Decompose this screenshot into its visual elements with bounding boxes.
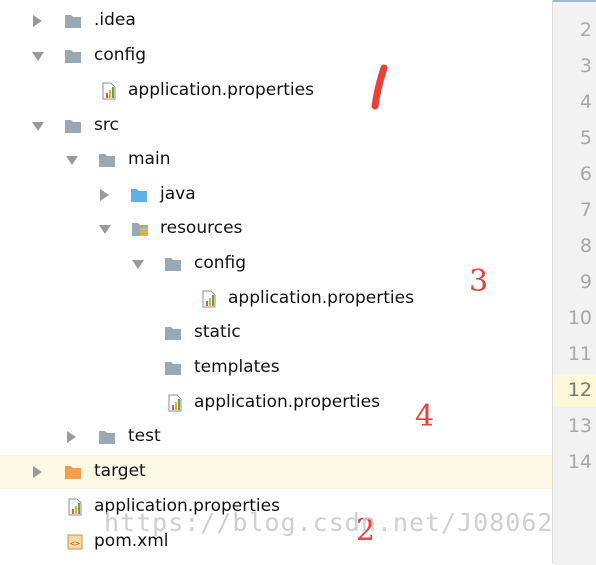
folder-icon	[65, 50, 81, 63]
tree-row-java[interactable]: java	[0, 178, 552, 212]
tree-row-templates[interactable]: templates	[0, 351, 552, 385]
tree-row-target[interactable]: target	[0, 455, 552, 489]
line-number: 13	[567, 415, 592, 437]
line-number: 4	[579, 91, 592, 113]
tree-item-label: src	[94, 115, 119, 135]
tree-row-src[interactable]: src	[0, 109, 552, 143]
tree-item-label: application.properties	[228, 288, 414, 308]
tree-row-resources[interactable]: resources	[0, 212, 552, 246]
annotation-number: 3	[469, 264, 489, 299]
folder-icon	[99, 154, 115, 167]
tree-item-label: templates	[194, 357, 280, 377]
properties-file-icon	[68, 498, 82, 516]
chevron-down-icon[interactable]	[32, 52, 44, 61]
chevron-right-icon[interactable]	[33, 15, 42, 27]
tree-row-config-application-properties[interactable]: application.properties	[0, 74, 552, 108]
tree-row-static[interactable]: static	[0, 316, 552, 350]
chevron-right-icon[interactable]	[100, 189, 109, 201]
folder-icon	[165, 258, 181, 271]
tree-row-test[interactable]: test	[0, 420, 552, 454]
line-number: 3	[579, 55, 592, 77]
tree-row-main[interactable]: main	[0, 143, 552, 177]
line-number-active: 12	[567, 379, 592, 401]
chevron-down-icon[interactable]	[32, 122, 44, 131]
watermark: https://blog.csdn.net/J080624	[104, 508, 570, 537]
chevron-right-icon[interactable]	[67, 431, 76, 443]
line-number: 9	[579, 271, 592, 293]
tree-item-label: static	[194, 322, 241, 342]
line-number: 2	[579, 19, 592, 41]
tree-item-label: config	[194, 253, 247, 273]
maven-file-icon: <>	[67, 534, 83, 550]
tree-row-config[interactable]: config	[0, 39, 552, 73]
folder-icon	[65, 120, 81, 133]
tree-item-label: main	[128, 149, 171, 169]
tree-item-label: target	[94, 461, 146, 481]
chevron-down-icon[interactable]	[132, 260, 144, 269]
project-tree: .idea config application.properties src …	[0, 0, 569, 563]
folder-icon	[165, 327, 181, 340]
tree-item-label: .idea	[94, 10, 136, 30]
tree-row-idea[interactable]: .idea	[0, 4, 552, 38]
line-number: 7	[579, 199, 592, 221]
line-number: 6	[579, 163, 592, 185]
excluded-folder-icon	[65, 466, 81, 479]
folder-icon	[165, 362, 181, 375]
line-number: 11	[567, 343, 592, 365]
properties-file-icon	[102, 82, 116, 100]
folder-icon	[99, 431, 115, 444]
tree-item-label: test	[128, 426, 161, 446]
handwritten-mark	[371, 64, 388, 110]
line-number: 14	[567, 451, 592, 473]
source-folder-icon	[131, 189, 147, 202]
tree-item-label: config	[94, 45, 147, 65]
folder-icon	[65, 15, 81, 28]
svg-text:<>: <>	[70, 539, 80, 548]
properties-file-icon	[168, 394, 182, 412]
tree-row-resources-application-properties[interactable]: application.properties	[0, 386, 552, 420]
resources-folder-icon	[132, 223, 148, 236]
line-number-gutter: 2 3 4 5 6 7 8 9 10 11 12 13 14	[553, 0, 596, 565]
annotation-number: 4	[415, 399, 435, 434]
chevron-down-icon[interactable]	[66, 156, 78, 165]
chevron-right-icon[interactable]	[33, 466, 42, 478]
tree-item-label: java	[160, 184, 196, 204]
tree-item-label: application.properties	[194, 392, 380, 412]
tree-item-label: application.properties	[128, 80, 314, 100]
tree-item-label: resources	[160, 218, 243, 238]
line-number: 8	[579, 235, 592, 257]
chevron-down-icon[interactable]	[99, 225, 111, 234]
line-number: 5	[579, 127, 592, 149]
properties-file-icon	[202, 290, 216, 308]
line-number: 10	[567, 307, 592, 329]
